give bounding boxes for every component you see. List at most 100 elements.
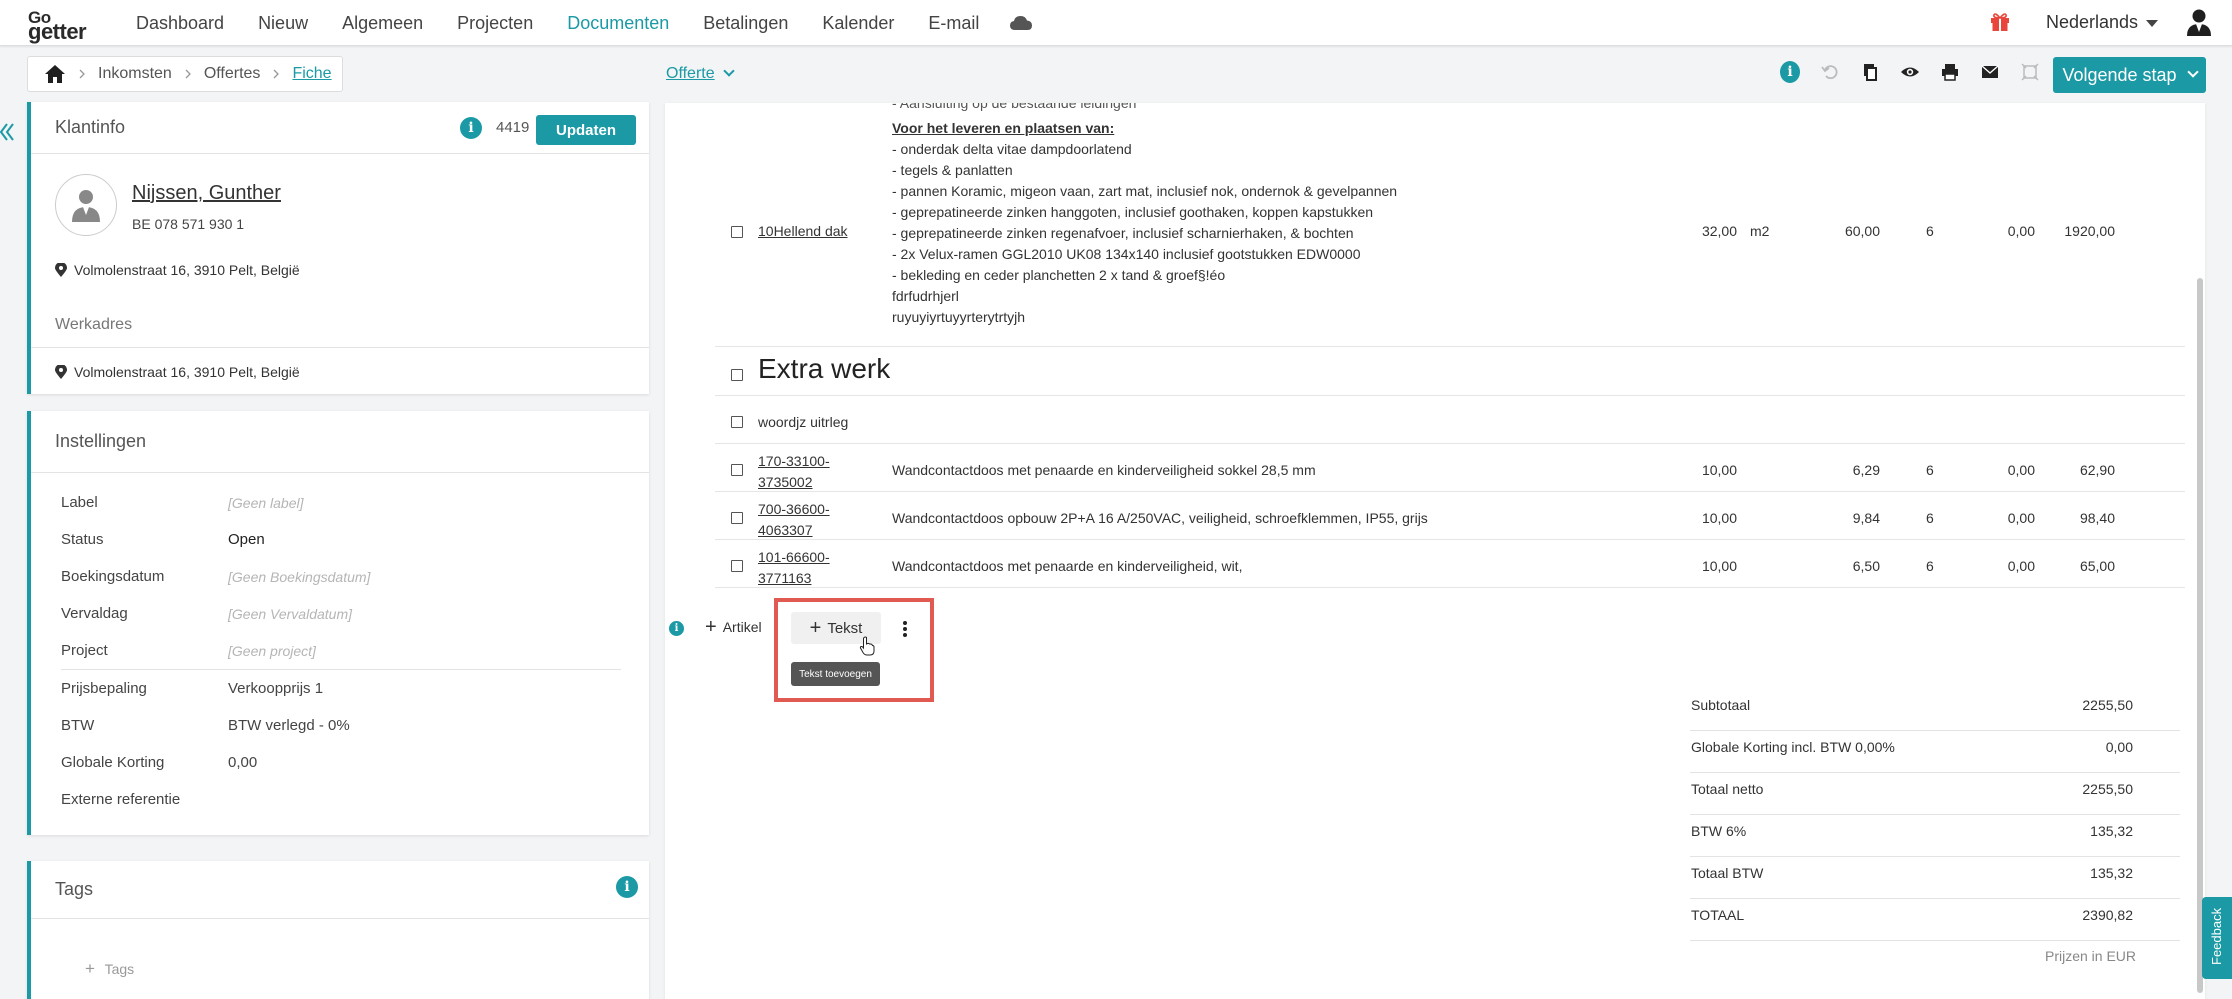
item-unit[interactable]: m2 xyxy=(1750,223,1769,239)
article-vat[interactable]: 6 xyxy=(1926,510,1934,526)
person-icon xyxy=(72,190,100,222)
setting-project[interactable]: Project [Geen project] xyxy=(61,632,621,669)
row-checkbox[interactable] xyxy=(731,512,743,524)
section-title[interactable]: Extra werk xyxy=(758,353,890,385)
setting-btw-value[interactable]: BTW verlegd - 0% xyxy=(228,717,350,734)
setting-vervaldag[interactable]: Vervaldag [Geen Vervaldatum] xyxy=(61,595,621,632)
total-row-totaal: TOTAAL 2390,82 xyxy=(1690,899,2180,941)
add-artikel-button[interactable]: + Artikel xyxy=(705,616,762,638)
copy-icon[interactable] xyxy=(1860,62,1880,82)
setting-project-value[interactable]: [Geen project] xyxy=(228,643,316,659)
setting-externe-referentie[interactable]: Externe referentie xyxy=(61,781,621,818)
item-description[interactable]: Voor het leveren en plaatsen van: - onde… xyxy=(892,118,1397,328)
collapse-sidebar-icon[interactable] xyxy=(0,122,14,142)
nav-betalingen[interactable]: Betalingen xyxy=(703,13,788,34)
nav-projecten[interactable]: Projecten xyxy=(457,13,533,34)
row-checkbox[interactable] xyxy=(731,226,743,238)
client-name-link[interactable]: Nijssen, Gunther xyxy=(132,182,281,205)
setting-globale-korting[interactable]: Globale Korting 0,00 xyxy=(61,744,621,781)
row-checkbox[interactable] xyxy=(731,560,743,572)
row-checkbox[interactable] xyxy=(731,416,743,428)
item-discount[interactable]: 0,00 xyxy=(1995,223,2035,239)
row-divider xyxy=(715,395,2185,396)
setting-prijsbepaling[interactable]: Prijsbepaling Verkoopprijs 1 xyxy=(61,670,621,707)
setting-btw[interactable]: BTW BTW verlegd - 0% xyxy=(61,707,621,744)
article-qty[interactable]: 10,00 xyxy=(1682,558,1737,574)
info-icon[interactable]: i xyxy=(669,621,684,636)
breadcrumb-offertes[interactable]: Offertes xyxy=(204,65,261,83)
user-menu-icon[interactable] xyxy=(2186,8,2212,36)
article-discount[interactable]: 0,00 xyxy=(1995,558,2035,574)
article-price[interactable]: 9,84 xyxy=(1830,510,1880,526)
undo-icon[interactable] xyxy=(1820,62,1840,82)
article-price[interactable]: 6,29 xyxy=(1830,462,1880,478)
article-discount[interactable]: 0,00 xyxy=(1995,462,2035,478)
client-address: Volmolenstraat 16, 3910 Pelt, België xyxy=(55,262,300,278)
info-icon[interactable]: i xyxy=(616,876,638,898)
nav-algemeen[interactable]: Algemeen xyxy=(342,13,423,34)
article-qty[interactable]: 10,00 xyxy=(1682,510,1737,526)
setting-boekingsdatum[interactable]: Boekingsdatum [Geen Boekingsdatum] xyxy=(61,558,621,595)
setting-status[interactable]: Status Open xyxy=(61,521,621,558)
cut-off-line: - Aansluiting op de bestaande leidingen xyxy=(892,103,1137,111)
feedback-tab[interactable]: Feedback xyxy=(2202,897,2232,979)
update-button[interactable]: Updaten xyxy=(536,115,636,145)
setting-globale-korting-value[interactable]: 0,00 xyxy=(228,754,257,771)
article-code-link[interactable]: 700-36600- 4063307 xyxy=(758,499,830,541)
article-discount[interactable]: 0,00 xyxy=(1995,510,2035,526)
setting-boekingsdatum-value[interactable]: [Geen Boekingsdatum] xyxy=(228,569,370,585)
setting-vervaldag-value[interactable]: [Geen Vervaldatum] xyxy=(228,606,352,622)
article-vat[interactable]: 6 xyxy=(1926,462,1934,478)
setting-boekingsdatum-name: Boekingsdatum xyxy=(61,568,165,585)
setting-label-value[interactable]: [Geen label] xyxy=(228,495,304,511)
breadcrumb-inkomsten[interactable]: Inkomsten xyxy=(98,65,172,83)
add-tags-button[interactable]: + Tags xyxy=(85,960,134,977)
article-vat[interactable]: 6 xyxy=(1926,558,1934,574)
gift-icon[interactable] xyxy=(1990,12,2010,32)
row-checkbox[interactable] xyxy=(731,464,743,476)
setting-label[interactable]: Label [Geen label] xyxy=(61,484,621,521)
info-icon[interactable]: i xyxy=(460,117,482,139)
print-icon[interactable] xyxy=(1940,62,1960,82)
item-code-link[interactable]: 10Hellend dak xyxy=(758,221,848,242)
nav-documenten[interactable]: Documenten xyxy=(567,13,669,34)
section-checkbox[interactable] xyxy=(731,369,743,381)
document-type-dropdown[interactable]: Offerte xyxy=(666,65,735,83)
description-line: - geprepatineerde zinken regenafvoer, in… xyxy=(892,225,1354,241)
scrollbar[interactable] xyxy=(2197,278,2203,993)
mail-icon[interactable] xyxy=(1980,62,2000,82)
nav-nieuw[interactable]: Nieuw xyxy=(258,13,308,34)
plus-icon: + xyxy=(705,616,717,638)
klantinfo-card: Klantinfo i 4419 Updaten Nijssen, Gunthe… xyxy=(27,102,649,394)
setting-status-name: Status xyxy=(61,531,104,548)
item-price[interactable]: 60,00 xyxy=(1830,223,1880,239)
article-code-link[interactable]: 101-66600- 3771163 xyxy=(758,547,830,589)
nav-dashboard[interactable]: Dashboard xyxy=(136,13,224,34)
nav-kalender[interactable]: Kalender xyxy=(822,13,894,34)
home-icon[interactable] xyxy=(44,64,66,84)
gogetter-logo[interactable]: Go getter xyxy=(28,6,104,44)
client-vat: BE 078 571 930 1 xyxy=(132,216,245,232)
nav-email[interactable]: E-mail xyxy=(928,13,979,34)
article-price[interactable]: 6,50 xyxy=(1830,558,1880,574)
breadcrumb-fiche[interactable]: Fiche xyxy=(292,65,331,83)
chevron-right-icon xyxy=(79,69,85,79)
info-button[interactable]: i xyxy=(1780,61,1800,83)
item-qty[interactable]: 32,00 xyxy=(1682,223,1737,239)
article-description[interactable]: Wandcontactdoos met penaarde en kinderve… xyxy=(892,462,1316,478)
item-vat[interactable]: 6 xyxy=(1926,223,1934,239)
fullscreen-icon[interactable] xyxy=(2020,62,2040,82)
language-selector[interactable]: Nederlands xyxy=(2046,12,2159,33)
article-description[interactable]: Wandcontactdoos opbouw 2P+A 16 A/250VAC,… xyxy=(892,510,1428,526)
preview-eye-icon[interactable] xyxy=(1900,62,1920,82)
article-description[interactable]: Wandcontactdoos met penaarde en kinderve… xyxy=(892,558,1242,574)
cloud-icon[interactable] xyxy=(1009,15,1033,31)
setting-status-value[interactable]: Open xyxy=(228,531,265,548)
article-code-link[interactable]: 170-33100- 3735002 xyxy=(758,451,830,493)
next-step-button[interactable]: Volgende stap xyxy=(2053,57,2206,93)
text-line[interactable]: woordjz uitrleg xyxy=(758,414,848,430)
setting-btw-name: BTW xyxy=(61,717,95,734)
setting-prijsbepaling-value[interactable]: Verkoopprijs 1 xyxy=(228,680,323,697)
tags-header: Tags xyxy=(31,861,649,919)
article-qty[interactable]: 10,00 xyxy=(1682,462,1737,478)
